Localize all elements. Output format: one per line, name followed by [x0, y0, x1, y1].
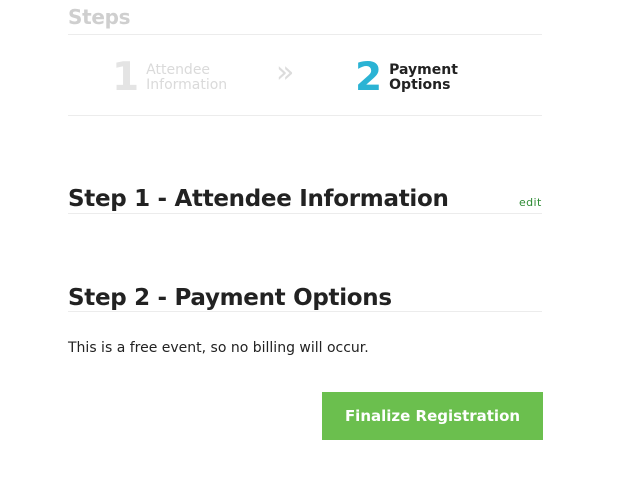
step-indicator-2: 2 Payment Options [355, 58, 489, 97]
chevron-right-icon: » [276, 55, 295, 90]
steps-title: Steps [68, 5, 131, 29]
free-event-note: This is a free event, so no billing will… [68, 340, 369, 356]
edit-link[interactable]: edit [519, 196, 542, 209]
step-label-line1: Attendee [146, 61, 211, 78]
steps-divider-top [68, 34, 542, 35]
step-label-line2: Information [146, 76, 228, 93]
step-label-line1: Payment [389, 61, 458, 78]
step2-heading: Step 2 - Payment Options [68, 285, 392, 311]
steps-divider-bottom [68, 115, 542, 116]
step2-divider [68, 311, 542, 312]
step-label: Attendee Information [146, 61, 246, 93]
step-label: Payment Options [389, 61, 489, 93]
step1-heading: Step 1 - Attendee Information [68, 186, 449, 212]
finalize-registration-button[interactable]: Finalize Registration [322, 392, 543, 440]
step-number: 2 [355, 55, 383, 100]
step-number: 1 [112, 55, 140, 100]
step-indicator-1: 1 Attendee Information [112, 58, 246, 97]
step1-divider [68, 213, 542, 214]
step-label-line2: Options [389, 76, 451, 93]
